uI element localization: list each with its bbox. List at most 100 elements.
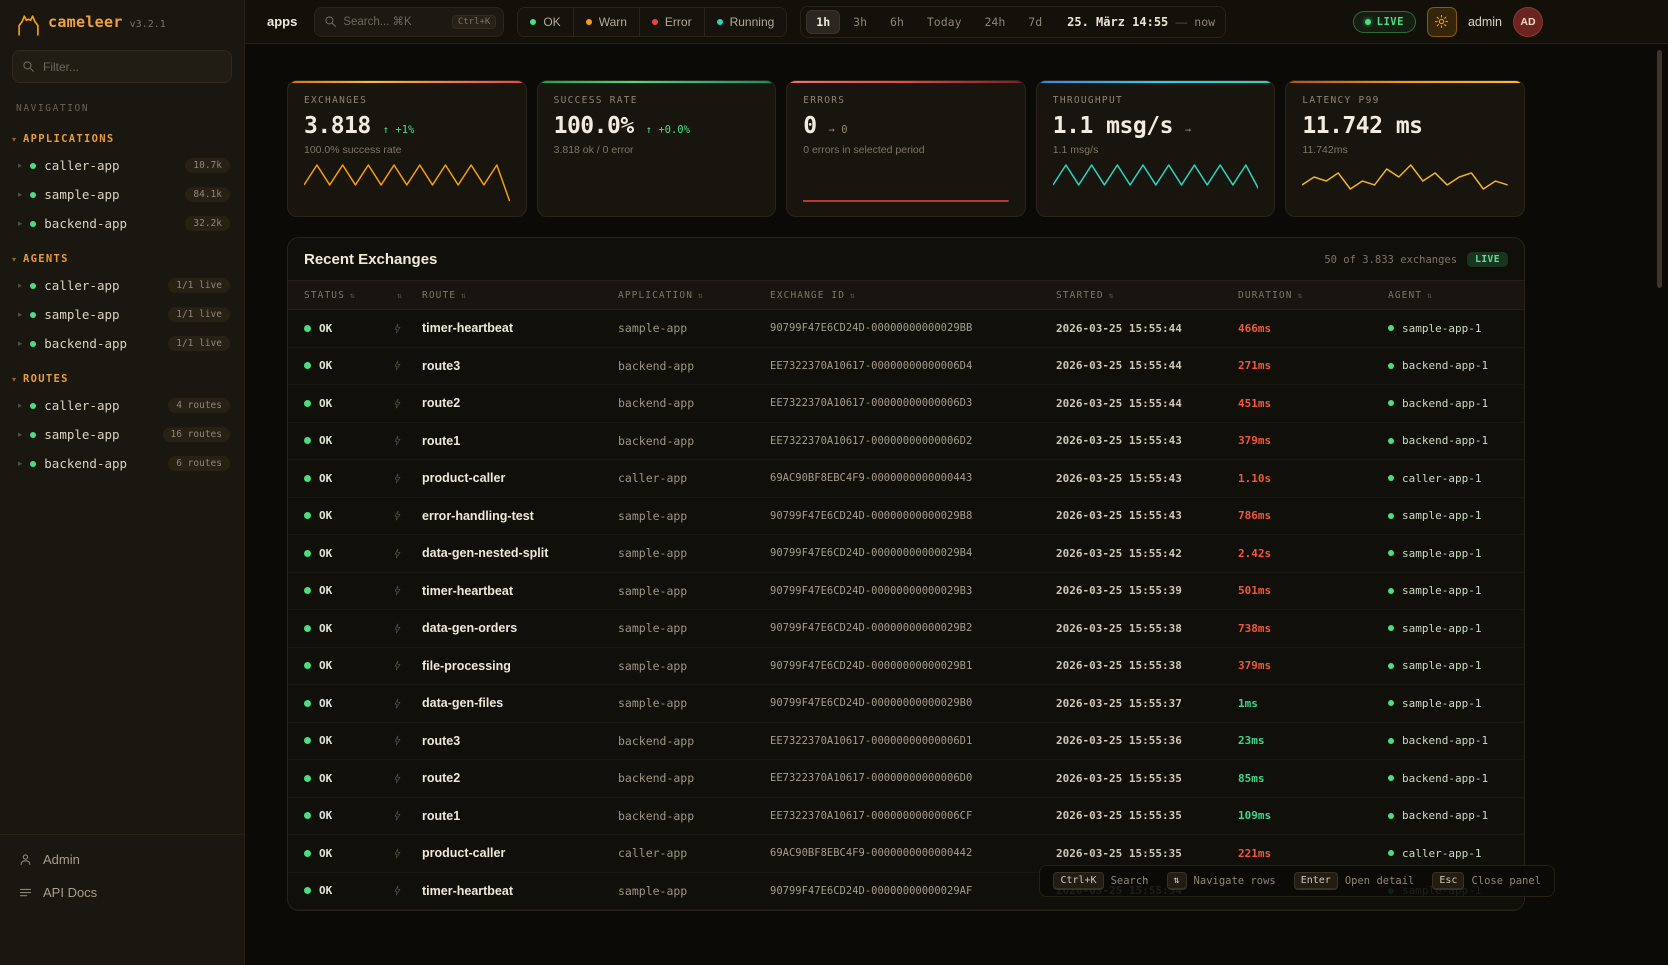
trigger-cell — [392, 434, 422, 447]
column-header[interactable]: ⇅ — [392, 291, 422, 300]
status-label: OK — [319, 772, 332, 785]
application-name: backend-app — [618, 396, 770, 410]
table-row[interactable]: OK route2 backend-app EE7322370A10617-00… — [288, 760, 1524, 798]
theme-toggle-button[interactable] — [1427, 7, 1457, 37]
time-range-button[interactable]: 6h — [880, 10, 914, 34]
exchange-id: EE7322370A10617-00000000000006CF — [770, 810, 1056, 822]
status-filter-group: OK Warn Error Running — [517, 7, 787, 37]
table-row[interactable]: OK data-gen-orders sample-app 90799F47E6… — [288, 610, 1524, 648]
chevron-right-icon: ▸ — [18, 309, 22, 320]
section-header-agents[interactable]: ▾ AGENTS — [0, 248, 244, 271]
section-header-routes[interactable]: ▾ ROUTES — [0, 368, 244, 391]
sidebar-item[interactable]: ▸ sample-app 1/1 live — [0, 300, 244, 329]
sparkline-chart — [554, 162, 760, 204]
column-header[interactable]: DURATION ⇅ — [1238, 290, 1388, 301]
sidebar-item[interactable]: ▸ caller-app 1/1 live — [0, 271, 244, 300]
table-row[interactable]: OK route3 backend-app EE7322370A10617-00… — [288, 723, 1524, 761]
hint-kbd: Ctrl+K — [1053, 872, 1103, 890]
scrollbar-thumb[interactable] — [1657, 50, 1662, 288]
agent-status-dot — [1388, 588, 1394, 594]
search-input[interactable] — [343, 16, 445, 28]
chevron-right-icon: ▸ — [18, 189, 22, 200]
table-row[interactable]: OK product-caller caller-app 69AC90BF8EB… — [288, 460, 1524, 498]
card-delta: → 0 — [829, 124, 848, 136]
column-header[interactable]: APPLICATION ⇅ — [618, 290, 770, 301]
keyboard-hint: Esc Close panel — [1432, 872, 1541, 890]
sidebar-item[interactable]: ▸ sample-app 16 routes — [0, 420, 244, 449]
exchange-count-summary: 50 of 3.833 exchanges — [1324, 254, 1457, 266]
sidebar-item[interactable]: ▸ backend-app 6 routes — [0, 449, 244, 478]
table-row[interactable]: OK timer-heartbeat sample-app 90799F47E6… — [288, 310, 1524, 348]
started-timestamp: 2026-03-25 15:55:43 — [1056, 509, 1238, 522]
live-toggle[interactable]: LIVE — [1353, 11, 1416, 33]
agent-status-dot — [1388, 475, 1394, 481]
card-accent-bar — [1286, 81, 1524, 83]
status-label: OK — [319, 697, 332, 710]
started-timestamp: 2026-03-25 15:55:38 — [1056, 622, 1238, 635]
status-filter-dot — [586, 19, 592, 25]
sort-icon: ⇅ — [350, 291, 356, 300]
application-name: sample-app — [618, 546, 770, 560]
column-header[interactable]: AGENT ⇅ — [1388, 290, 1508, 301]
table-row[interactable]: OK route1 backend-app EE7322370A10617-00… — [288, 798, 1524, 836]
range-dash: — — [1175, 15, 1187, 29]
table-row[interactable]: OK file-processing sample-app 90799F47E6… — [288, 648, 1524, 686]
sidebar-item[interactable]: ▸ caller-app 10.7k — [0, 151, 244, 180]
table-row[interactable]: OK data-gen-nested-split sample-app 9079… — [288, 535, 1524, 573]
sidebar-item[interactable]: ▸ backend-app 1/1 live — [0, 329, 244, 358]
time-range-group: 1h 3h 6h Today 24h 7d 25. März 14:55 — n… — [800, 6, 1226, 38]
status-filter-chip[interactable]: Error — [639, 8, 704, 36]
avatar[interactable]: AD — [1513, 7, 1543, 37]
time-range-button[interactable]: 1h — [806, 10, 840, 34]
status-label: OK — [319, 434, 332, 447]
agent-name: sample-app-1 — [1402, 584, 1481, 597]
trigger-cell — [392, 472, 422, 485]
agent-status-dot — [1388, 625, 1394, 631]
status-dot — [304, 362, 311, 369]
bolt-icon — [392, 659, 403, 672]
sidebar-item-admin[interactable]: Admin — [0, 843, 244, 876]
application-name: caller-app — [618, 471, 770, 485]
table-row[interactable]: OK data-gen-files sample-app 90799F47E6C… — [288, 685, 1524, 723]
item-badge: 32.2k — [185, 216, 230, 231]
global-search[interactable]: Ctrl+K — [314, 7, 504, 37]
sort-icon: ⇅ — [1298, 291, 1304, 300]
status-filter-chip[interactable]: Warn — [573, 8, 639, 36]
status-cell: OK — [304, 547, 392, 560]
route-name: file-processing — [422, 659, 618, 673]
column-header[interactable]: STARTED ⇅ — [1056, 290, 1238, 301]
sidebar-section-applications: ▾ APPLICATIONS ▸ caller-app 10.7k ▸ — [0, 128, 244, 238]
column-label: STARTED — [1056, 290, 1104, 301]
sidebar-item[interactable]: ▸ caller-app 4 routes — [0, 391, 244, 420]
duration: 85ms — [1238, 772, 1388, 785]
chevron-down-icon: ▾ — [12, 255, 16, 264]
column-header[interactable]: STATUS ⇅ — [304, 290, 392, 301]
time-range-button[interactable]: 7d — [1018, 10, 1052, 34]
agent-name: backend-app-1 — [1402, 809, 1488, 822]
table-row[interactable]: OK error-handling-test sample-app 90799F… — [288, 498, 1524, 536]
status-filter-chip[interactable]: Running — [704, 8, 787, 36]
item-label: backend-app — [44, 456, 127, 471]
card-subtext: 3.818 ok / 0 error — [554, 144, 760, 156]
table-row[interactable]: OK route2 backend-app EE7322370A10617-00… — [288, 385, 1524, 423]
sidebar-item-api-docs[interactable]: API Docs — [0, 876, 244, 909]
duration: 2.42s — [1238, 547, 1388, 560]
time-range-button[interactable]: 24h — [975, 10, 1016, 34]
table-row[interactable]: OK route3 backend-app EE7322370A10617-00… — [288, 348, 1524, 386]
sidebar-item[interactable]: ▸ backend-app 32.2k — [0, 209, 244, 238]
bolt-icon — [392, 584, 403, 597]
time-range-button[interactable]: 3h — [843, 10, 877, 34]
section-header-applications[interactable]: ▾ APPLICATIONS — [0, 128, 244, 151]
column-header[interactable]: EXCHANGE ID ⇅ — [770, 290, 1056, 301]
trigger-cell — [392, 884, 422, 897]
sidebar-filter-input[interactable] — [12, 50, 232, 83]
table-row[interactable]: OK route1 backend-app EE7322370A10617-00… — [288, 423, 1524, 461]
sidebar-item[interactable]: ▸ sample-app 84.1k — [0, 180, 244, 209]
status-filter-chip[interactable]: OK — [518, 8, 572, 36]
content: EXCHANGES 3.818 ↑ +1% 100.0% success rat… — [245, 44, 1668, 965]
sparkline-chart — [1302, 162, 1508, 204]
table-row[interactable]: OK timer-heartbeat sample-app 90799F47E6… — [288, 573, 1524, 611]
column-header[interactable]: ROUTE ⇅ — [422, 290, 618, 301]
main-column: apps Ctrl+K OK — [245, 0, 1668, 965]
time-range-button[interactable]: Today — [917, 10, 972, 34]
